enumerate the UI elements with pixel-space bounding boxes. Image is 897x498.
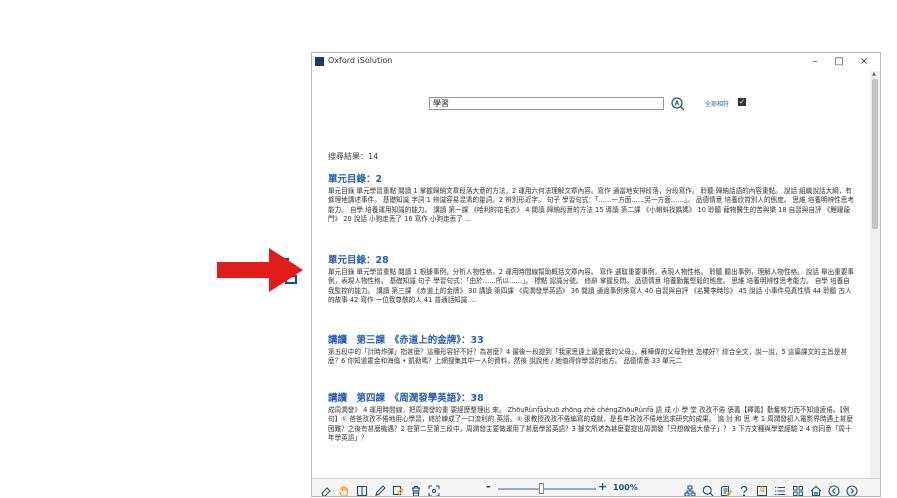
full-match-checkbox[interactable]: ✓ xyxy=(738,98,746,106)
sitemap-icon[interactable] xyxy=(684,482,696,496)
eraser-icon[interactable] xyxy=(320,482,332,496)
result-title[interactable]: 講讀 第三課 《赤道上的金牌》：33 xyxy=(328,335,856,347)
fullscreen-icon[interactable] xyxy=(428,482,440,496)
result-title[interactable]: 單元目錄：28 xyxy=(328,255,856,267)
search-button[interactable] xyxy=(671,96,685,111)
zoom-in-button[interactable]: + xyxy=(598,480,607,493)
trash-icon[interactable] xyxy=(410,482,422,496)
pen-icon[interactable] xyxy=(374,482,386,496)
prev-page-icon[interactable] xyxy=(828,482,840,496)
result-item[interactable]: 講讀 第四課 《周潤發學英語》：38 成周潤發》 4 運用時間線，把周潤發的重 … xyxy=(328,393,856,442)
zoom-slider-track[interactable] xyxy=(498,488,596,490)
search-panel: 全部相符 ✓ 搜尋結果：14 單元目錄：2 單元目錄 單元學習重點 閱讀 1 掌… xyxy=(312,71,872,478)
result-snippet: 單元目錄 單元學習重點 閱讀 1 根據事例，分析人物性格，2 運用時間線幫助概括… xyxy=(328,268,854,304)
scroll-thumb[interactable] xyxy=(872,79,878,229)
bottom-toolbar: - + 100% xyxy=(312,478,880,496)
result-item[interactable]: 單元目錄：28 單元目錄 單元學習重點 閱讀 1 根據事例，分析人物性格，2 運… xyxy=(328,255,856,324)
highlighter-icon[interactable] xyxy=(392,482,404,496)
result-snippet: 第五段中的「計時炸彈」指甚麼？這種形容好不好？為甚麼？4 最後一段提到「我家思遠… xyxy=(328,348,848,366)
close-button[interactable]: × xyxy=(854,55,874,69)
home-icon[interactable] xyxy=(810,482,822,496)
window-title: Oxford iSolution xyxy=(328,56,393,65)
result-item[interactable]: 講讀 第三課 《赤道上的金牌》：33 第五段中的「計時炸彈」指甚麼？這種形容好不… xyxy=(328,335,856,386)
result-item[interactable]: 單元目錄：2 單元目錄 單元學習重點 閱讀 1 掌握歸納文章段落大意的方法，2 … xyxy=(328,174,856,243)
zoom-value: 100% xyxy=(613,483,638,492)
result-title[interactable]: 單元目錄：2 xyxy=(328,174,856,186)
maximize-button[interactable]: □ xyxy=(829,55,849,69)
app-window: Oxford iSolution – □ × 全部相符 ✓ 搜尋結果：14 單元… xyxy=(311,52,881,497)
search-icon[interactable] xyxy=(702,482,714,496)
result-count: 搜尋結果：14 xyxy=(328,152,379,161)
bookmark-icon[interactable] xyxy=(756,482,768,496)
scroll-up-icon[interactable]: ▲ xyxy=(872,71,876,77)
result-snippet: 單元目錄 單元學習重點 閱讀 1 掌握歸納文章段落大意的方法，2 運用六何法理解… xyxy=(328,187,854,223)
minimize-button[interactable]: – xyxy=(805,55,825,69)
help-icon[interactable] xyxy=(738,482,750,496)
vertical-scrollbar[interactable]: ▲ xyxy=(870,71,880,478)
full-match-label: 全部相符 xyxy=(705,101,730,108)
pointer-arrow xyxy=(217,248,303,292)
zoom-slider-thumb[interactable] xyxy=(539,483,545,494)
search-input[interactable] xyxy=(429,97,664,110)
result-title[interactable]: 講讀 第四課 《周潤發學英語》：38 xyxy=(328,393,856,405)
hand-icon[interactable] xyxy=(338,482,350,496)
title-bar: Oxford iSolution – □ × xyxy=(312,53,880,71)
next-page-icon[interactable] xyxy=(846,482,858,496)
grid-icon[interactable] xyxy=(792,482,804,496)
app-logo-icon xyxy=(315,57,324,66)
result-snippet: 成周潤發》 4 運用時間線，把周潤發的重 要經歷整理出 來。 ZhōuRùnfā… xyxy=(328,406,853,442)
list-icon[interactable] xyxy=(774,482,786,496)
notes-icon[interactable] xyxy=(720,482,733,496)
rectangle-icon[interactable] xyxy=(356,482,368,496)
zoom-out-button[interactable]: - xyxy=(486,480,491,493)
